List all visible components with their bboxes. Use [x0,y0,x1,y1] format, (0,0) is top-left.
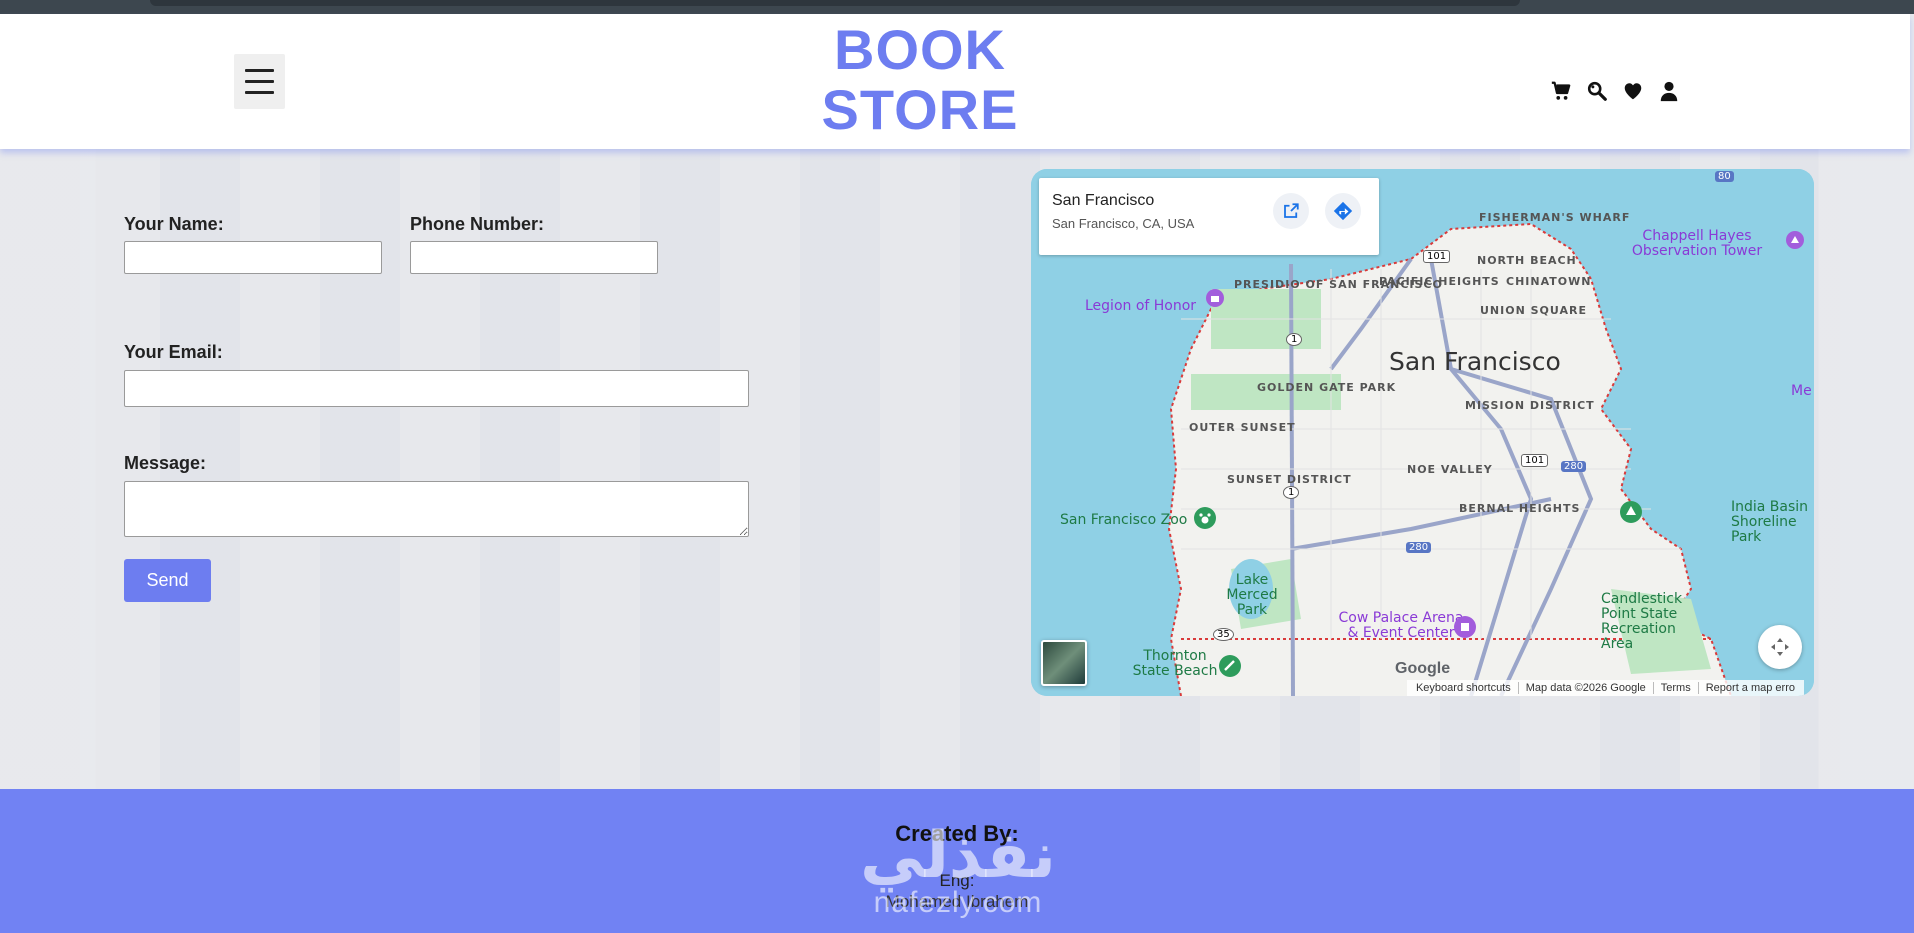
cart-icon[interactable] [1550,80,1572,102]
terms-link[interactable]: Terms [1652,682,1698,694]
logo-line-1: BOOK [834,18,1006,81]
beach-icon [1219,655,1241,677]
user-icon[interactable] [1658,80,1680,102]
park-label: Lake Merced Park [1226,572,1278,618]
header-icons [1550,80,1680,102]
message-label: Message: [124,453,207,473]
site-header: BOOK STORE [0,14,1910,149]
top-strip-pill [150,0,1520,6]
name-input[interactable] [124,241,382,274]
author-name: Mohamed Ibrahem [885,892,1029,911]
logo-line-2: STORE [821,78,1019,141]
partial-label: Me [1791,383,1812,399]
map-data-text: Map data ©2026 Google [1517,682,1653,694]
route-shield: 101 [1423,250,1451,263]
district-label: GOLDEN GATE PARK [1257,381,1397,394]
menu-button[interactable] [234,54,285,109]
send-button[interactable]: Send [124,559,211,602]
move-arrows-icon [1771,638,1789,656]
email-label: Your Email: [124,342,223,362]
heart-icon[interactable] [1622,80,1644,102]
google-logo: Google [1395,660,1451,677]
district-label: PRESIDIO OF SAN FRANCISCO [1234,278,1443,291]
map-city-label: San Francisco [1389,347,1561,376]
route-shield: 101 [1521,454,1549,467]
browser-top-strip [0,0,1914,14]
place-title: San Francisco [1052,192,1155,209]
map-camera-controls-button[interactable] [1758,625,1802,669]
satellite-layer-toggle[interactable] [1041,640,1087,686]
park-label: Candlestick Point State Recreation Area [1601,591,1683,652]
poi-label: San Francisco Zoo [1060,512,1188,528]
report-error-link[interactable]: Report a map erro [1697,682,1802,694]
keyboard-shortcuts-link[interactable]: Keyboard shortcuts [1409,682,1518,694]
external-link-icon [1284,203,1299,218]
route-shield: 280 [1561,461,1587,472]
district-label: SUNSET DISTRICT [1227,473,1352,486]
poi-label: Thornton State Beach [1132,648,1218,679]
park-label: India Basin Shoreline Park [1731,499,1809,545]
name-label: Your Name: [124,214,224,234]
route-shield: 280 [1406,542,1432,553]
message-textarea[interactable] [124,481,749,537]
route-shield: 35 [1213,628,1234,641]
zoo-icon [1194,507,1216,529]
email-input[interactable] [124,370,749,407]
open-in-maps-button[interactable] [1273,193,1309,229]
site-footer: Created By: Eng: Mohamed Ibrahem نفذلي n… [0,789,1914,933]
map-place-card: San Francisco San Francisco, CA, USA [1039,178,1379,255]
district-label: CHINATOWN [1506,275,1592,288]
directions-button[interactable] [1325,193,1361,229]
menu-icon-bar [245,91,274,94]
map-embed[interactable]: San Francisco San Francisco, CA, USA San… [1031,169,1814,696]
park-icon [1620,501,1642,523]
district-label: BERNAL HEIGHTS [1459,502,1581,515]
arena-icon [1454,616,1476,638]
menu-icon-bar [245,69,274,72]
district-label: FISHERMAN'S WHARF [1479,211,1631,224]
phone-label: Phone Number: [410,214,545,234]
engineer-label: Eng: [939,871,975,890]
created-by-heading: Created By: [895,821,1019,846]
phone-input[interactable] [410,241,658,274]
district-label: UNION SQUARE [1480,304,1587,317]
menu-icon-bar [245,80,274,83]
district-label: NOE VALLEY [1407,463,1493,476]
district-label: OUTER SUNSET [1189,421,1296,434]
landmark-icon [1786,231,1804,249]
poi-label: Legion of Honor [1085,298,1197,314]
route-shield: 80 [1715,171,1734,182]
poi-label: Chappell Hayes Observation Tower [1631,228,1763,259]
poi-label: Cow Palace Arena & Event Center [1338,610,1464,641]
map-attribution-bar: Keyboard shortcuts Map data ©2026 Google… [1406,680,1804,696]
place-subtitle: San Francisco, CA, USA [1052,216,1195,231]
district-label: NORTH BEACH [1477,254,1577,267]
district-label: MISSION DISTRICT [1465,399,1595,412]
museum-icon [1206,289,1224,307]
site-logo[interactable]: BOOK STORE [780,20,1060,140]
search-icon[interactable] [1586,80,1608,102]
directions-icon [1333,201,1353,221]
